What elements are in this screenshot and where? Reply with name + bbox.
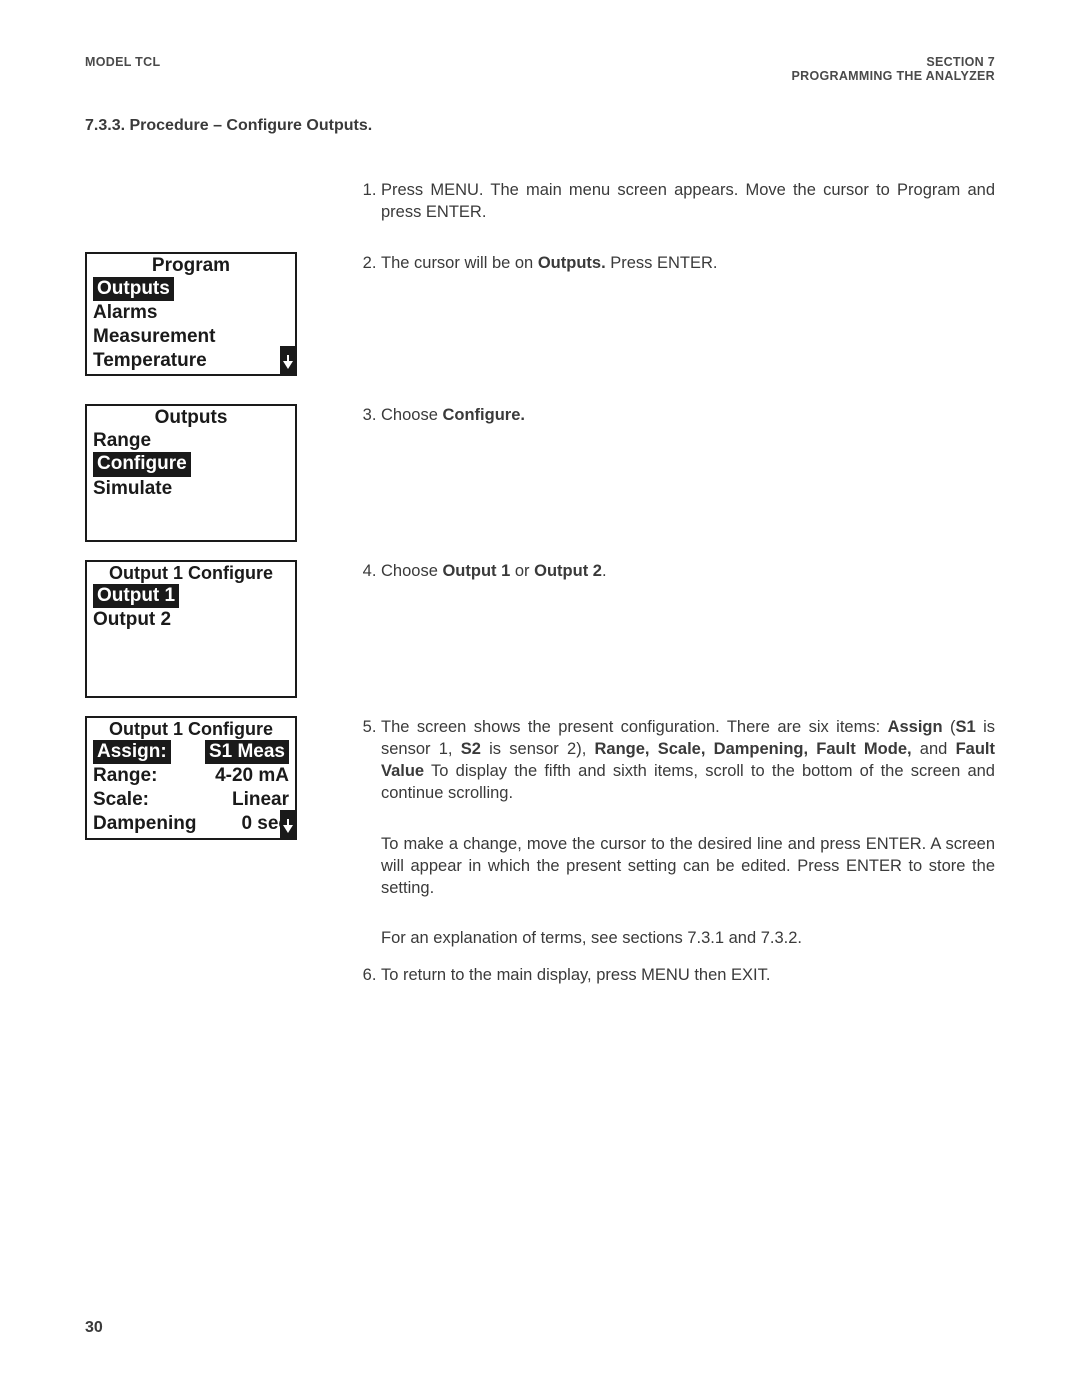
cfg-value: S1 Meas [205,740,289,765]
step-3-text-a: Choose [381,406,442,424]
menu-item-label: Measurement [93,325,216,349]
menu-item-temperature: Temperature [87,349,295,373]
header-left: MODEL TCL [85,55,160,83]
t: S1 [956,718,976,736]
page-header: MODEL TCL SECTION 7 PROGRAMMING THE ANAL… [85,55,995,83]
step-2-text-c: Press ENTER. [606,254,718,272]
screen-out1cfg-title: Output 1 Configure [87,562,295,584]
menu-item-label: Outputs [93,277,174,302]
cfg-value: Linear [232,788,289,812]
cfg-label: Scale: [93,788,149,812]
step-4-row: Output 1 Configure Output 1 Output 2 Cho… [85,560,995,724]
step-1-text: Press MENU. The main menu screen appears… [381,181,995,221]
section-title: 7.3.3. Procedure – Configure Outputs. [85,117,995,135]
cfg-row-scale: Scale: Linear [87,788,295,812]
t: is sensor 2), [481,740,595,758]
step-2-row: Program Outputs Alarms Measurement Tempe… [85,252,995,402]
step-2: The cursor will be on Outputs. Press ENT… [381,252,995,274]
menu-item-range: Range [87,429,295,453]
screen-out1cfg-title2: Output 1 Configure [87,718,295,740]
arrow-down-icon [283,825,293,833]
header-subtitle: PROGRAMMING THE ANALYZER [791,69,995,83]
menu-item-measurement: Measurement [87,325,295,349]
step-5-para2: To make a change, move the cursor to the… [381,833,995,900]
menu-item-label: Temperature [93,349,207,373]
screen-outputs: Outputs Range Configure Simulate [85,404,297,542]
step-1-row: Press MENU. The main menu screen appears… [85,179,995,224]
step-4-text-c: or [510,562,534,580]
cfg-row-assign: Assign: S1 Meas [87,740,295,765]
screen-output1-configure-select: Output 1 Configure Output 1 Output 2 [85,560,297,698]
header-right: SECTION 7 PROGRAMMING THE ANALYZER [791,55,995,83]
t: The screen shows the present configurati… [381,718,888,736]
screen-program-title: Program [87,254,295,277]
step-5: The screen shows the present configurati… [381,716,995,950]
step-4-bold-1: Output 1 [442,562,510,580]
cfg-label: Dampening [93,812,196,836]
menu-item-label: Alarms [93,301,157,325]
step-6: To return to the main display, press MEN… [381,964,995,986]
t: and [912,740,956,758]
cfg-label: Assign: [93,740,171,765]
step-5-para3: For an explanation of terms, see section… [381,927,995,949]
cfg-value: 4-20 mA [215,764,289,788]
step-6-row: To return to the main display, press MEN… [85,964,995,986]
header-section: SECTION 7 [791,55,995,69]
step-1: Press MENU. The main menu screen appears… [381,179,995,224]
menu-item-configure: Configure [87,452,295,477]
menu-item-simulate: Simulate [87,477,295,501]
page: MODEL TCL SECTION 7 PROGRAMMING THE ANAL… [0,0,1080,1397]
scroll-indicator [280,810,295,838]
step-4-bold-2: Output 2 [534,562,602,580]
screen-outputs-title: Outputs [87,406,295,429]
t: ( [943,718,956,736]
step-3: Choose Configure. [381,404,995,426]
scroll-indicator [280,346,295,374]
cfg-label: Range: [93,764,157,788]
screen-program: Program Outputs Alarms Measurement Tempe… [85,252,297,376]
step-5-row: Output 1 Configure Assign: S1 Meas Range… [85,716,995,950]
t: Assign [888,718,943,736]
arrow-down-icon [283,361,293,369]
step-2-text-a: The cursor will be on [381,254,538,272]
cfg-row-dampening: Dampening 0 sec [87,812,295,836]
menu-item-label: Output 2 [93,608,171,632]
t: Range, Scale, Dampening, Fault Mode, [595,740,912,758]
menu-item-label: Output 1 [93,584,179,609]
step-4: Choose Output 1 or Output 2. [381,560,995,582]
step-6-text: To return to the main display, press MEN… [381,966,770,984]
step-2-bold: Outputs. [538,254,606,272]
menu-item-label: Simulate [93,477,172,501]
menu-item-label: Range [93,429,151,453]
menu-item-outputs: Outputs [87,277,295,302]
menu-item-output1: Output 1 [87,584,295,609]
step-5-text: The screen shows the present configurati… [381,718,995,803]
menu-item-label: Configure [93,452,191,477]
step-4-text-a: Choose [381,562,442,580]
screen-output1-configure: Output 1 Configure Assign: S1 Meas Range… [85,716,297,840]
step-3-bold: Configure. [442,406,525,424]
page-number: 30 [85,1319,103,1337]
cfg-row-range: Range: 4-20 mA [87,764,295,788]
menu-item-alarms: Alarms [87,301,295,325]
t: To display the fifth and sixth items, sc… [381,762,995,802]
t: S2 [461,740,481,758]
step-4-text-e: . [602,562,607,580]
step-3-row: Outputs Range Configure Simulate Choose … [85,404,995,568]
menu-item-output2: Output 2 [87,608,295,632]
